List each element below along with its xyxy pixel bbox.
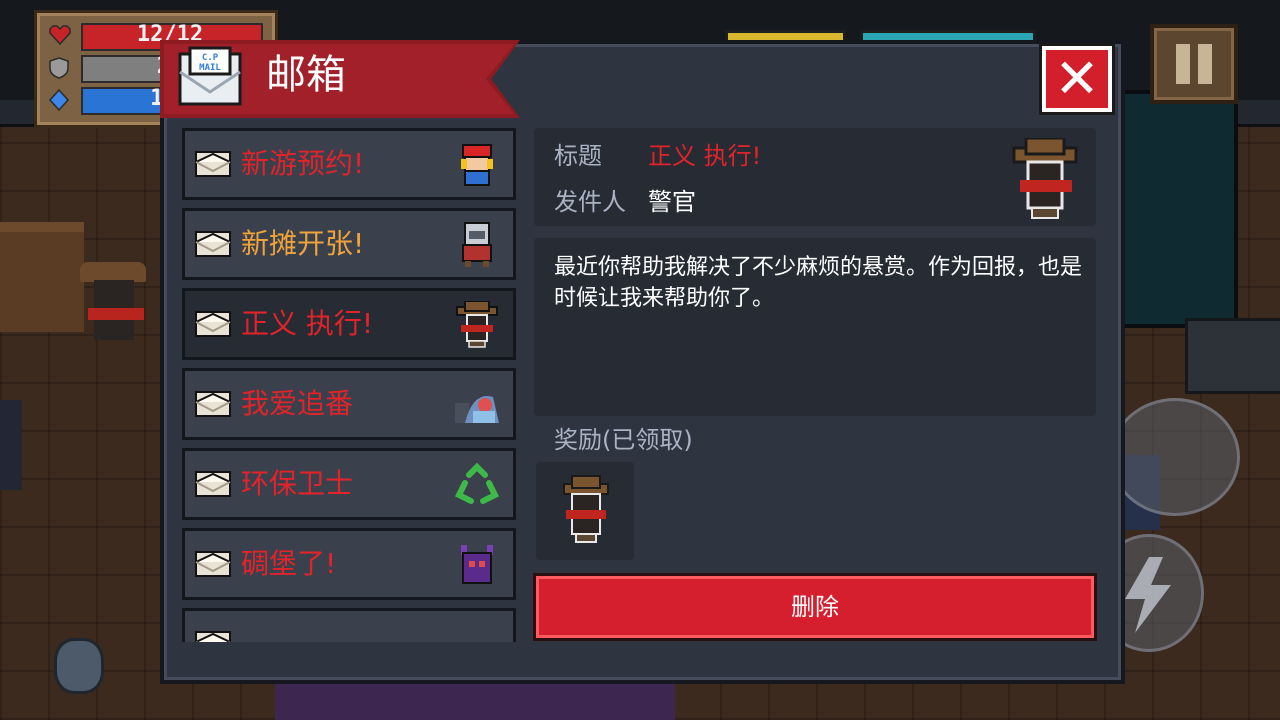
mail-item-title: 我爱追番 (241, 387, 354, 420)
sheriff-npc (80, 262, 146, 362)
pause-button[interactable] (1150, 24, 1238, 104)
mail-list[interactable]: 新游预约! 新摊开张! 正义 执行! 我爱追番环保卫士碉堡了! (180, 128, 520, 642)
mail-item[interactable]: 新摊开张! (182, 208, 516, 280)
mailbox-title: 邮箱 (266, 52, 346, 98)
mail-item-title: 新游预约! (241, 147, 365, 180)
delete-button-label: 删除 (791, 593, 839, 621)
close-x-icon: ✕ (1054, 47, 1100, 110)
shield-icon (49, 57, 69, 79)
heart-icon (49, 25, 71, 46)
mail-item-title: 碉堡了! (241, 547, 337, 580)
svg-text:MAIL: MAIL (199, 63, 221, 73)
left-dark-object (0, 400, 22, 490)
sender-label: 发件人 (554, 188, 626, 216)
envelope-icon (195, 391, 231, 417)
subject-label: 标题 (554, 142, 602, 170)
red-cap-character-icon (453, 141, 501, 189)
pause-icon (1176, 44, 1190, 84)
envelope-icon (195, 631, 231, 642)
subject-value: 正义 执行! (648, 142, 762, 170)
mail-item[interactable]: 正义 执行! (182, 288, 516, 360)
mail-body-text: 最近你帮助我解决了不少麻烦的悬赏。作为回报，也是时候让我来帮助你了。 (554, 255, 1083, 311)
mail-item-title: 环保卫士 (241, 467, 354, 500)
envelope-icon (195, 471, 231, 497)
sheriff-reward-icon (563, 475, 609, 543)
right-desk (1185, 318, 1280, 394)
purple-demon-icon (453, 541, 501, 589)
diamond-icon (48, 88, 70, 112)
reward-label: 奖励(已领取) (554, 426, 693, 454)
mail-envelope-icon: C.P MAIL (178, 46, 242, 108)
envelope-icon (195, 151, 231, 177)
recycle-icon (453, 461, 501, 509)
envelope-icon (195, 551, 231, 577)
reward-slot[interactable] (536, 462, 634, 560)
right-room (1120, 90, 1238, 328)
barrel-icon (54, 638, 104, 694)
sheriff-avatar-icon (1012, 136, 1078, 220)
mail-item[interactable]: 碉堡了! (182, 528, 516, 600)
mail-item-title: 正义 执行! (241, 307, 374, 340)
delete-button[interactable]: 删除 (536, 576, 1094, 638)
sheriff-icon (453, 300, 501, 349)
left-shelf (0, 222, 84, 332)
envelope-icon (195, 311, 231, 337)
mail-item[interactable]: 环保卫士 (182, 448, 516, 520)
cat-merchant-icon (453, 221, 501, 269)
mail-body-box: 最近你帮助我解决了不少麻烦的悬赏。作为回报，也是时候让我来帮助你了。 (534, 238, 1096, 416)
envelope-icon (195, 231, 231, 257)
anime-scene-icon (453, 381, 501, 429)
skill-button[interactable] (1110, 398, 1240, 516)
close-button[interactable]: ✕ (1042, 46, 1112, 112)
bottom-purple-floor (275, 680, 675, 720)
sender-value: 警官 (648, 188, 696, 216)
mail-item[interactable]: 新游预约! (182, 128, 516, 200)
mail-item-title: 新摊开张! (241, 227, 365, 260)
svg-text:C.P: C.P (202, 53, 219, 63)
mail-item[interactable] (182, 608, 516, 642)
partial-item-icon (453, 621, 501, 642)
mail-item[interactable]: 我爱追番 (182, 368, 516, 440)
